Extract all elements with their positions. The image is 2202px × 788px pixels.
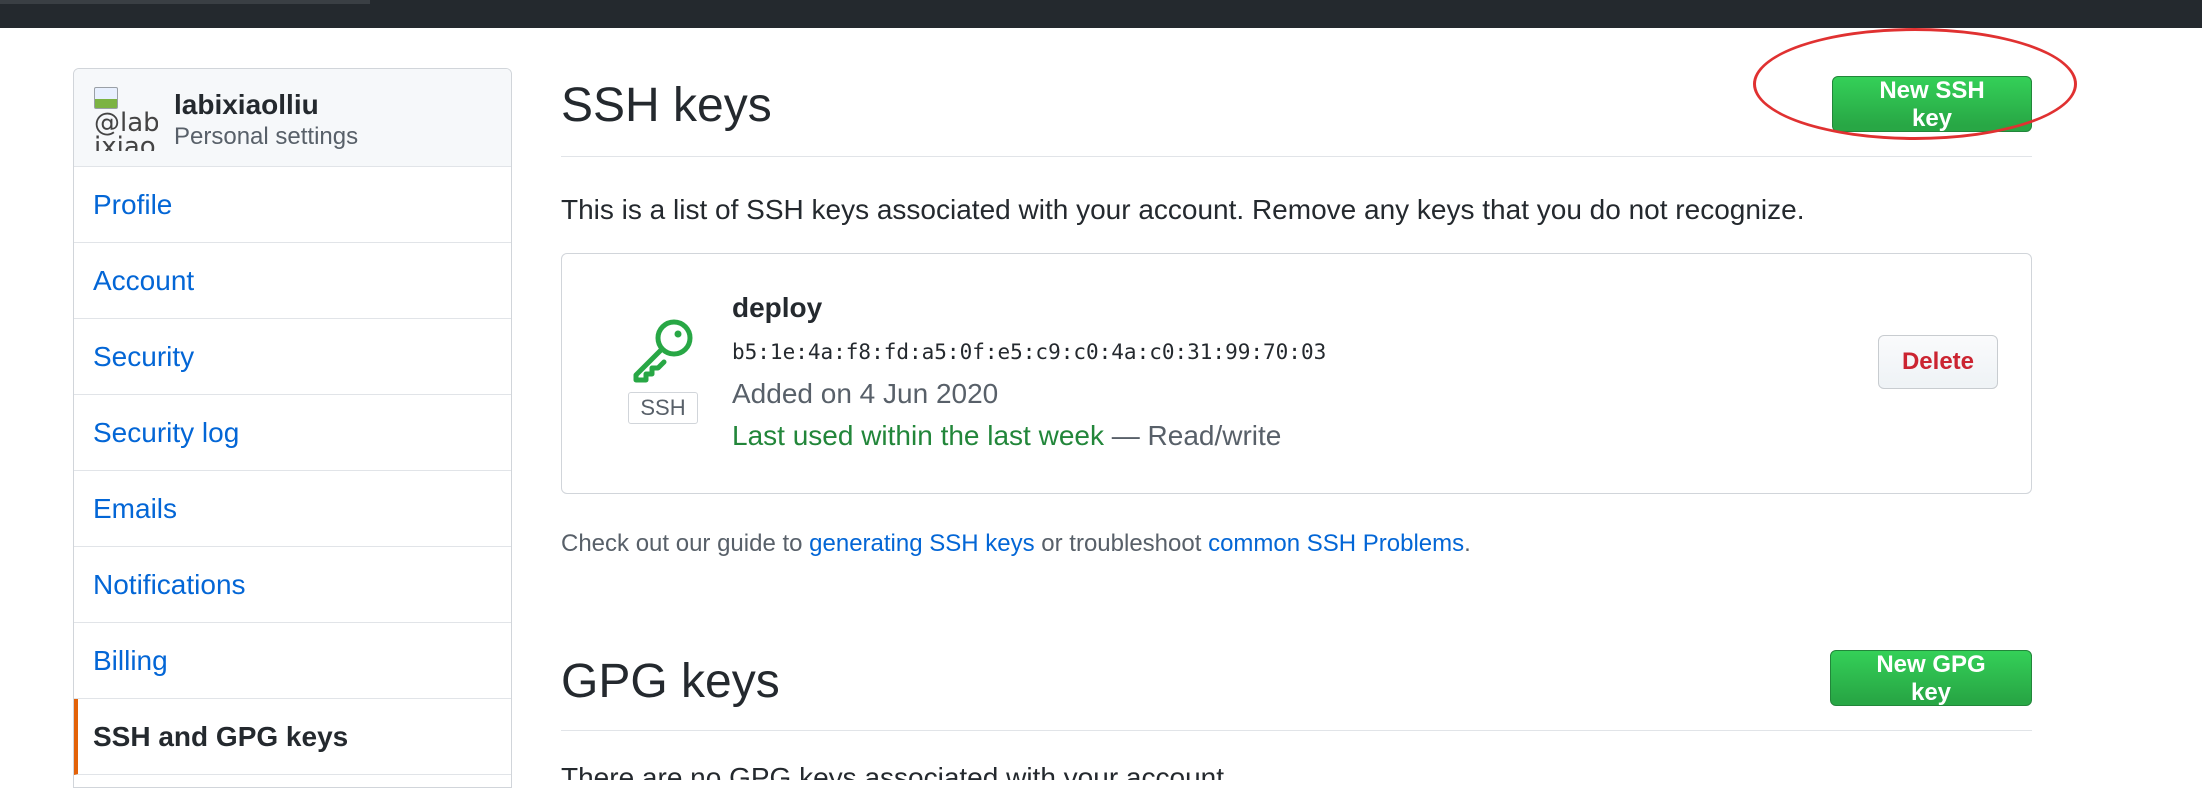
new-gpg-key-button[interactable]: New GPG key <box>1830 650 2032 706</box>
guide-middle: or troubleshoot <box>1034 530 1209 557</box>
sidebar-item-security-log[interactable]: Security log <box>74 395 511 471</box>
top-navigation-bar <box>0 0 2202 28</box>
broken-image-icon <box>94 87 118 109</box>
key-title: deploy <box>732 292 823 323</box>
ssh-keys-header: SSH keys New SSH key <box>561 28 2077 157</box>
settings-sidebar: @lab ixiao labixiaolliu Personal setting… <box>73 68 512 788</box>
gpg-keys-title: GPG keys <box>561 655 780 708</box>
gpg-keys-intro: There are no GPG keys associated with yo… <box>561 762 1232 780</box>
personal-settings-label: Personal settings <box>174 123 359 150</box>
ssh-keys-intro: This is a list of SSH keys associated wi… <box>561 194 1805 225</box>
generating-ssh-keys-link[interactable]: generating SSH keys <box>809 530 1034 557</box>
ssh-guide-text: Check out our guide to generating SSH ke… <box>561 530 1471 558</box>
main-content: SSH keys New SSH key This is a list of S… <box>561 28 2077 780</box>
sidebar-header: @lab ixiao labixiaolliu Personal setting… <box>74 69 511 167</box>
sidebar-item-emails[interactable]: Emails <box>74 471 511 547</box>
avatar-alt-text: @lab ixiao <box>94 108 158 151</box>
browser-tab-stub <box>0 0 370 4</box>
delete-key-button[interactable]: Delete <box>1878 335 1998 389</box>
sidebar-item-account[interactable]: Account <box>74 243 511 319</box>
gpg-keys-header: GPG keys New GPG key <box>561 634 2032 731</box>
key-access-level: — Read/write <box>1103 420 1282 451</box>
sidebar-item-ssh-gpg-keys[interactable]: SSH and GPG keys <box>74 699 511 775</box>
key-last-used-text: Last used within the last week <box>732 420 1104 451</box>
ssh-keys-title: SSH keys <box>561 79 772 132</box>
sidebar-item-profile[interactable]: Profile <box>74 167 511 243</box>
sidebar-item-notifications[interactable]: Notifications <box>74 547 511 623</box>
common-ssh-problems-link[interactable]: common SSH Problems <box>1208 530 1464 557</box>
guide-suffix: . <box>1464 530 1471 557</box>
key-fingerprint: b5:1e:4a:f8:fd:a5:0f:e5:c9:c0:4a:c0:31:9… <box>732 340 1327 364</box>
sidebar-item-billing[interactable]: Billing <box>74 623 511 699</box>
sidebar-item-security[interactable]: Security <box>74 319 511 395</box>
avatar[interactable]: @lab ixiao <box>94 87 158 151</box>
ssh-key-list-item: SSH deploy b5:1e:4a:f8:fd:a5:0f:e5:c9:c0… <box>561 253 2032 494</box>
key-added-date: Added on 4 Jun 2020 <box>732 378 999 409</box>
username[interactable]: labixiaolliu <box>174 89 319 121</box>
key-last-used: Last used within the last week — Read/wr… <box>732 420 1281 452</box>
new-ssh-key-button[interactable]: New SSH key <box>1832 76 2032 132</box>
guide-prefix: Check out our guide to <box>561 530 810 557</box>
ssh-type-label: SSH <box>628 392 698 424</box>
key-icon <box>633 319 693 383</box>
